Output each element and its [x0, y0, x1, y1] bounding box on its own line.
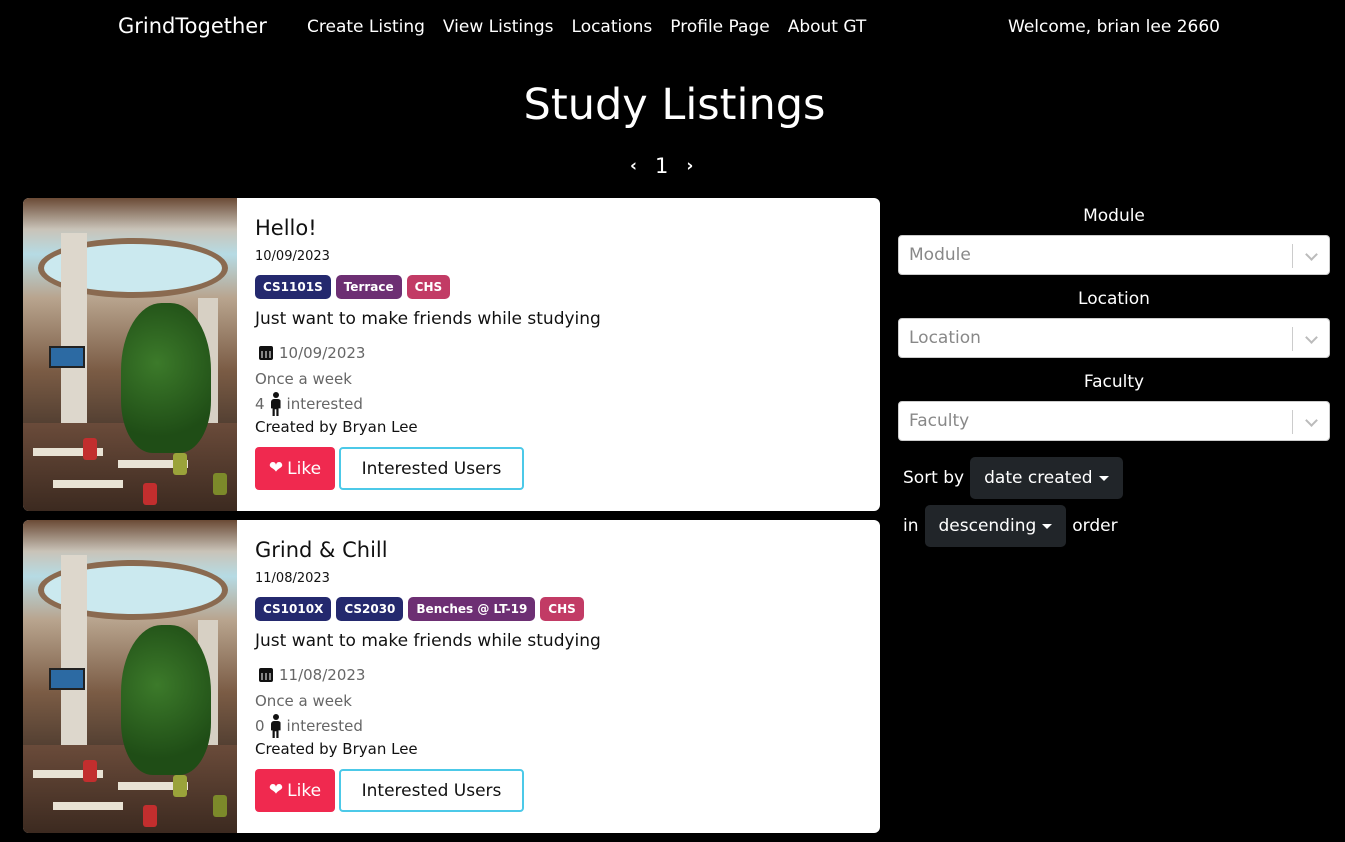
- interested-label: interested: [286, 395, 363, 413]
- listing-body: Hello! 10/09/2023 CS1101S Terrace CHS Ju…: [255, 198, 880, 511]
- location-tag: Benches @ LT-19: [408, 597, 536, 621]
- welcome-message: Welcome, brian lee 2660: [1008, 17, 1220, 37]
- nav-links: Create Listing View Listings Locations P…: [307, 17, 884, 37]
- faculty-tag: CHS: [540, 597, 584, 621]
- person-icon: [269, 714, 283, 738]
- select-separator: [1292, 410, 1293, 434]
- faculty-select-placeholder: Faculty: [909, 411, 970, 431]
- pagination-current-page[interactable]: 1: [655, 154, 668, 178]
- listing-title: Hello!: [255, 216, 317, 240]
- interested-users-button[interactable]: Interested Users: [339, 447, 524, 490]
- location-select-placeholder: Location: [909, 328, 981, 348]
- listing-card: Grind & Chill 11/08/2023 CS1010X CS2030 …: [23, 520, 880, 833]
- faculty-filter-label: Faculty: [1083, 372, 1145, 392]
- like-button[interactable]: ❤ Like: [255, 447, 335, 490]
- sort-by-label: Sort by: [903, 468, 965, 488]
- caret-down-icon: [1098, 475, 1109, 481]
- nav-create-listing[interactable]: Create Listing: [307, 17, 425, 37]
- chevron-down-icon[interactable]: [1305, 331, 1318, 344]
- module-select-placeholder: Module: [909, 245, 971, 265]
- interested-number: 4: [255, 395, 265, 413]
- listing-created-date: 10/09/2023: [255, 249, 330, 264]
- listing-created-date: 11/08/2023: [255, 571, 330, 586]
- listing-frequency: Once a week: [255, 370, 352, 388]
- brand-logo[interactable]: GrindTogether: [118, 14, 267, 38]
- interested-users-button[interactable]: Interested Users: [339, 769, 524, 812]
- calendar-icon: [259, 346, 273, 360]
- sort-field-dropdown[interactable]: date created: [970, 457, 1123, 499]
- heart-icon: ❤: [268, 780, 284, 800]
- listing-description: Just want to make friends while studying: [255, 631, 601, 651]
- pagination-next[interactable]: ›: [686, 156, 693, 176]
- faculty-select[interactable]: Faculty: [898, 401, 1330, 441]
- listing-card: Hello! 10/09/2023 CS1101S Terrace CHS Ju…: [23, 198, 880, 511]
- listing-session-date: 11/08/2023: [259, 666, 365, 684]
- listing-creator: Created by Bryan Lee: [255, 418, 418, 436]
- sort-direction-dropdown[interactable]: descending: [924, 505, 1067, 547]
- session-date-text: 11/08/2023: [279, 666, 366, 684]
- select-separator: [1292, 244, 1293, 268]
- chevron-down-icon[interactable]: [1305, 248, 1318, 261]
- module-tag: CS1010X: [255, 597, 332, 621]
- navbar: GrindTogether Create Listing View Listin…: [0, 0, 1345, 56]
- nav-locations[interactable]: Locations: [572, 17, 653, 37]
- module-select[interactable]: Module: [898, 235, 1330, 275]
- sort-in-label: in: [903, 516, 919, 536]
- interested-label: interested: [286, 717, 363, 735]
- pagination: ‹ 1 ›: [630, 154, 693, 178]
- listing-session-date: 10/09/2023: [259, 344, 365, 362]
- calendar-icon: [259, 668, 273, 682]
- module-filter-label: Module: [1083, 206, 1145, 226]
- chevron-down-icon[interactable]: [1305, 414, 1318, 427]
- location-select[interactable]: Location: [898, 318, 1330, 358]
- faculty-tag: CHS: [406, 275, 451, 299]
- sort-order-label: order: [1072, 516, 1118, 536]
- select-separator: [1292, 327, 1293, 351]
- like-label: Like: [287, 458, 322, 479]
- listing-tags: CS1101S Terrace CHS: [255, 275, 451, 299]
- listing-body: Grind & Chill 11/08/2023 CS1010X CS2030 …: [255, 520, 880, 833]
- interested-count: 4 interested: [255, 392, 363, 416]
- listing-creator: Created by Bryan Lee: [255, 740, 418, 758]
- sort-order-row: in descending order: [903, 505, 1118, 547]
- listing-image: [23, 520, 237, 833]
- interested-count: 0 interested: [255, 714, 363, 738]
- session-date-text: 10/09/2023: [279, 344, 366, 362]
- sort-by-row: Sort by date created: [903, 457, 1123, 499]
- like-label: Like: [287, 780, 322, 801]
- listing-image: [23, 198, 237, 511]
- module-tag: CS2030: [336, 597, 404, 621]
- listing-description: Just want to make friends while studying: [255, 309, 601, 329]
- listing-tags: CS1010X CS2030 Benches @ LT-19 CHS: [255, 597, 584, 621]
- nav-view-listings[interactable]: View Listings: [443, 17, 554, 37]
- page-title: Study Listings: [523, 80, 826, 130]
- listing-frequency: Once a week: [255, 692, 352, 710]
- person-icon: [269, 392, 283, 416]
- sort-field-value: date created: [984, 468, 1093, 488]
- heart-icon: ❤: [268, 458, 284, 478]
- location-filter-label: Location: [1078, 289, 1150, 309]
- module-tag: CS1101S: [255, 275, 331, 299]
- pagination-prev[interactable]: ‹: [630, 156, 637, 176]
- sort-direction-value: descending: [938, 516, 1037, 536]
- interested-number: 0: [255, 717, 265, 735]
- location-tag: Terrace: [335, 275, 402, 299]
- nav-profile-page[interactable]: Profile Page: [670, 17, 769, 37]
- caret-down-icon: [1042, 523, 1053, 529]
- listing-title: Grind & Chill: [255, 538, 388, 562]
- nav-about-gt[interactable]: About GT: [788, 17, 867, 37]
- like-button[interactable]: ❤ Like: [255, 769, 335, 812]
